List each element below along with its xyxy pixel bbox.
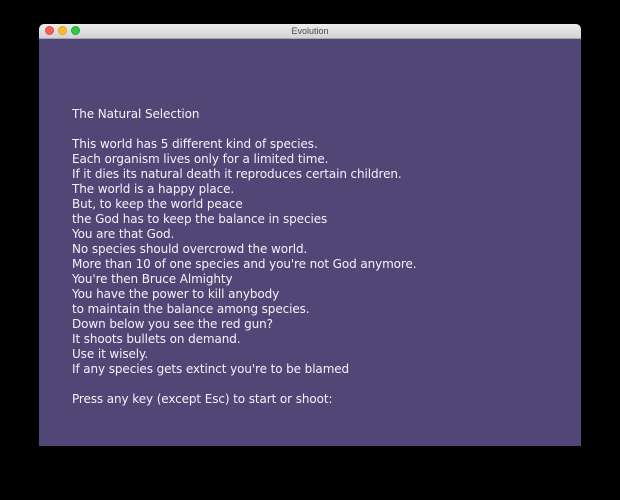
- game-heading: The Natural Selection: [72, 107, 200, 121]
- intro-line: If it dies its natural death it reproduc…: [72, 167, 402, 181]
- intro-line: If any species gets extinct you're to be…: [72, 362, 350, 376]
- intro-line: Use it wisely.: [72, 347, 149, 361]
- app-window: Evolution The Natural Selection This wor…: [39, 24, 581, 446]
- intro-line: Down below you see the red gun?: [72, 317, 273, 331]
- window-title: Evolution: [291, 26, 329, 36]
- intro-line: No species should overcrowd the world.: [72, 242, 308, 256]
- intro-line: to maintain the balance among species.: [72, 302, 310, 316]
- intro-line: You have the power to kill anybody: [72, 287, 280, 301]
- intro-line: The world is a happy place.: [72, 182, 235, 196]
- title-bar[interactable]: Evolution: [39, 24, 581, 39]
- intro-line: It shoots bullets on demand.: [72, 332, 241, 346]
- intro-line: You are that God.: [72, 227, 175, 241]
- intro-line: You're then Bruce Almighty: [72, 272, 233, 286]
- intro-line: Each organism lives only for a limited t…: [72, 152, 329, 166]
- intro-line: This world has 5 different kind of speci…: [72, 137, 318, 151]
- game-canvas[interactable]: The Natural Selection This world has 5 d…: [39, 39, 581, 446]
- intro-line: the God has to keep the balance in speci…: [72, 212, 328, 226]
- start-prompt: Press any key (except Esc) to start or s…: [72, 392, 333, 406]
- intro-text: The Natural Selection This world has 5 d…: [72, 107, 417, 407]
- intro-line: But, to keep the world peace: [72, 197, 243, 211]
- intro-line: More than 10 of one species and you're n…: [72, 257, 417, 271]
